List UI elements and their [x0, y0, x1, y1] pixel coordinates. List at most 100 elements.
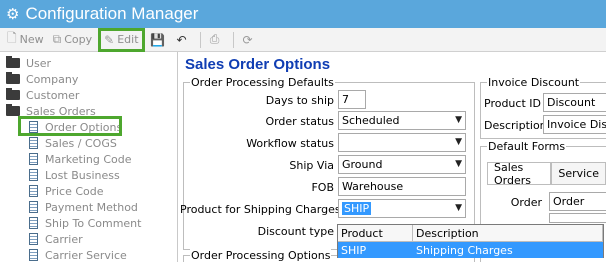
- shipping-product-label: Product for Shipping Charges: [180, 203, 341, 216]
- refresh-icon: ⟳: [242, 32, 253, 47]
- printer-icon: ⎙: [209, 32, 220, 46]
- window-title: Configuration Manager: [25, 4, 199, 23]
- new-button-label: New: [19, 33, 44, 46]
- chevron-down-icon: ▼: [455, 137, 462, 147]
- workflow-status-label: Workflow status: [246, 137, 334, 150]
- default-forms-tabs: Sales Orders Service: [487, 161, 606, 187]
- folder-icon: [6, 88, 20, 100]
- pencil-icon: ✎: [104, 32, 115, 47]
- tree-item-price-code[interactable]: Price Code: [29, 183, 104, 199]
- undo-icon: ↶: [176, 32, 187, 47]
- product-id-label: Product ID: [484, 97, 541, 110]
- undo-button[interactable]: ↶: [172, 30, 192, 50]
- document-icon: [29, 217, 38, 229]
- tree-item-label: Carrier Service: [45, 248, 127, 262]
- tree-item-label: Marketing Code: [45, 152, 132, 166]
- shipping-product-value: SHIP: [342, 202, 372, 215]
- tree-item-customer[interactable]: Customer: [6, 87, 79, 103]
- folder-icon: [6, 72, 20, 84]
- tree-item-sales-cogs[interactable]: Sales / COGS: [29, 135, 117, 151]
- shipping-product-select[interactable]: SHIP ▼: [338, 199, 466, 218]
- tree-item-carrier[interactable]: Carrier: [29, 231, 83, 247]
- refresh-button[interactable]: ⟳: [238, 30, 258, 50]
- fob-label: FOB: [311, 181, 334, 194]
- tree-item-ship-to-comment[interactable]: Ship To Comment: [29, 215, 141, 231]
- ship-via-label: Ship Via: [289, 159, 334, 172]
- description-input[interactable]: Invoice Disco: [543, 115, 606, 134]
- dropdown-row-description: Shipping Charges: [416, 243, 513, 257]
- print-button[interactable]: ⎙: [205, 30, 225, 50]
- group-title: Default Forms: [487, 140, 567, 153]
- tree-item-label: Company: [26, 72, 79, 86]
- tree-item-label: User: [26, 56, 52, 70]
- page-title: Sales Order Options: [185, 56, 331, 73]
- tree-item-label: Payment Method: [45, 200, 138, 214]
- toolbar: 🗋 New ⧉ Copy ✎ Edit 💾 ↶ ⎙ ⟳: [0, 27, 606, 52]
- document-icon: [29, 249, 38, 261]
- document-icon: [29, 137, 38, 149]
- gear-icon: ⚙: [6, 4, 20, 23]
- ship-via-select[interactable]: Ground ▼: [338, 155, 466, 174]
- group-title: Order Processing Options: [190, 249, 332, 262]
- document-icon: [29, 233, 38, 245]
- document-icon: [29, 201, 38, 213]
- document-icon: [29, 169, 38, 181]
- tree-item-carrier-service[interactable]: Carrier Service: [29, 247, 127, 262]
- product-id-input[interactable]: Discount: [543, 93, 606, 112]
- tree-item-label: Customer: [26, 88, 80, 102]
- column-header-description[interactable]: Description: [413, 225, 603, 242]
- edit-button-label: Edit: [117, 33, 139, 46]
- document-icon: [29, 185, 38, 197]
- tab-divider: [487, 184, 606, 185]
- edit-button[interactable]: ✎ Edit: [98, 27, 145, 52]
- tab-sales-orders[interactable]: Sales Orders: [487, 161, 552, 187]
- description-label: Description: [484, 119, 547, 132]
- tree-item-payment-method[interactable]: Payment Method: [29, 199, 138, 215]
- days-to-ship-label: Days to ship: [265, 94, 334, 107]
- fob-input[interactable]: Warehouse: [338, 177, 466, 196]
- dropdown-row[interactable]: SHIP Shipping Charges: [338, 242, 603, 258]
- folder-icon: [6, 56, 20, 68]
- tree-item-label: Lost Business: [45, 168, 120, 182]
- tree-item-lost-business[interactable]: Lost Business: [29, 167, 120, 183]
- save-icon: 💾: [150, 32, 165, 47]
- group-title: Invoice Discount: [487, 76, 581, 89]
- column-header-product[interactable]: Product: [338, 225, 413, 242]
- new-document-icon: 🗋: [7, 31, 17, 45]
- order-form-label: Order: [510, 196, 542, 209]
- shipping-product-dropdown: Product Description SHIP Shipping Charge…: [337, 224, 604, 258]
- dropdown-row-product: SHIP: [341, 243, 367, 257]
- copy-button[interactable]: ⧉ Copy: [50, 30, 95, 50]
- document-icon: [29, 153, 38, 165]
- tree-item-user[interactable]: User: [6, 55, 51, 71]
- toolbar-divider: [232, 31, 234, 48]
- copy-icon: ⧉: [52, 32, 62, 46]
- save-button[interactable]: 💾: [148, 30, 168, 50]
- selected-item-highlight: [18, 116, 122, 136]
- order-status-select[interactable]: Scheduled ▼: [338, 111, 466, 130]
- group-title: Order Processing Defaults: [190, 76, 335, 89]
- tree-item-label: Sales / COGS: [45, 136, 117, 150]
- folder-open-icon: [6, 104, 20, 116]
- new-button[interactable]: 🗋 New: [4, 30, 47, 50]
- order-status-value: Scheduled: [342, 114, 400, 127]
- title-bar: ⚙ Configuration Manager: [0, 0, 606, 28]
- order-form-input[interactable]: Order: [549, 192, 606, 211]
- tree-item-marketing-code[interactable]: Marketing Code: [29, 151, 131, 167]
- ship-via-value: Ground: [342, 158, 383, 171]
- toolbar-divider: [199, 31, 201, 48]
- tab-service[interactable]: Service: [551, 162, 606, 184]
- workflow-status-select[interactable]: ▼: [338, 133, 466, 152]
- order-status-label: Order status: [265, 115, 334, 128]
- copy-button-label: Copy: [64, 33, 93, 46]
- tree-item-label: Price Code: [45, 184, 104, 198]
- tree-item-label: Ship To Comment: [45, 216, 142, 230]
- chevron-down-icon: ▼: [455, 203, 462, 213]
- tree-item-label: Carrier: [45, 232, 83, 246]
- days-to-ship-input[interactable]: 7: [338, 90, 366, 109]
- navigation-tree: User Company Customer Sales Orders Order…: [0, 52, 178, 262]
- discount-type-label: Discount type: [257, 225, 334, 238]
- order-form-secondary-input[interactable]: [549, 213, 606, 223]
- chevron-down-icon: ▼: [455, 115, 462, 125]
- tree-item-company[interactable]: Company: [6, 71, 78, 87]
